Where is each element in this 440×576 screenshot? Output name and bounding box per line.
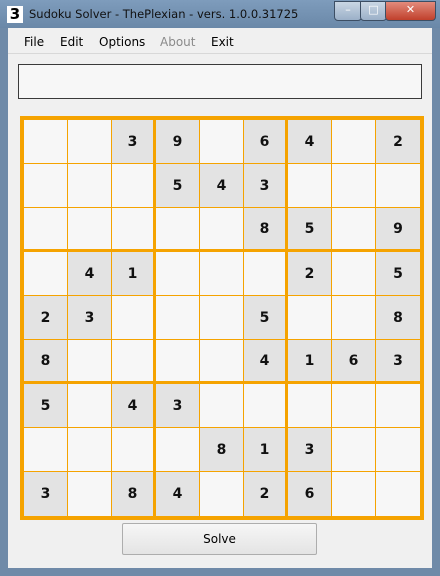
sudoku-cell-r9c6[interactable]: 2: [244, 472, 288, 516]
sudoku-cell-r1c7[interactable]: 4: [288, 120, 332, 164]
sudoku-cell-r8c2[interactable]: [68, 428, 112, 472]
sudoku-cell-r1c6[interactable]: 6: [244, 120, 288, 164]
sudoku-cell-r4c7[interactable]: 2: [288, 252, 332, 296]
sudoku-cell-r3c2[interactable]: [68, 208, 112, 252]
sudoku-cell-r4c5[interactable]: [200, 252, 244, 296]
sudoku-cell-r6c6[interactable]: 4: [244, 340, 288, 384]
sudoku-cell-r4c6[interactable]: [244, 252, 288, 296]
sudoku-cell-r2c1[interactable]: [24, 164, 68, 208]
sudoku-cell-r9c8[interactable]: [332, 472, 376, 516]
sudoku-cell-r4c8[interactable]: [332, 252, 376, 296]
sudoku-cell-r8c3[interactable]: [112, 428, 156, 472]
sudoku-cell-r5c4[interactable]: [156, 296, 200, 340]
sudoku-cell-r4c2[interactable]: 4: [68, 252, 112, 296]
sudoku-cell-r5c5[interactable]: [200, 296, 244, 340]
sudoku-cell-r8c1[interactable]: [24, 428, 68, 472]
app-icon: 3: [7, 6, 23, 23]
menu-edit[interactable]: Edit: [60, 35, 83, 49]
sudoku-cell-r1c8[interactable]: [332, 120, 376, 164]
sudoku-cell-r7c4[interactable]: 3: [156, 384, 200, 428]
sudoku-cell-r4c9[interactable]: 5: [376, 252, 420, 296]
sudoku-cell-r9c9[interactable]: [376, 472, 420, 516]
app-window: 3 Sudoku Solver - ThePlexian - vers. 1.0…: [0, 0, 440, 576]
sudoku-cell-r7c8[interactable]: [332, 384, 376, 428]
sudoku-cell-r6c3[interactable]: [112, 340, 156, 384]
sudoku-cell-r1c5[interactable]: [200, 120, 244, 164]
sudoku-cell-r1c2[interactable]: [68, 120, 112, 164]
sudoku-cell-r9c7[interactable]: 6: [288, 472, 332, 516]
sudoku-cell-r9c1[interactable]: 3: [24, 472, 68, 516]
sudoku-cell-r9c2[interactable]: [68, 472, 112, 516]
sudoku-cell-r1c9[interactable]: 2: [376, 120, 420, 164]
sudoku-cell-r5c8[interactable]: [332, 296, 376, 340]
sudoku-cell-r3c6[interactable]: 8: [244, 208, 288, 252]
sudoku-cell-r2c6[interactable]: 3: [244, 164, 288, 208]
sudoku-cell-r1c1[interactable]: [24, 120, 68, 164]
sudoku-cell-r9c5[interactable]: [200, 472, 244, 516]
sudoku-cell-r8c7[interactable]: 3: [288, 428, 332, 472]
sudoku-cell-r2c9[interactable]: [376, 164, 420, 208]
sudoku-cell-r5c2[interactable]: 3: [68, 296, 112, 340]
sudoku-cell-r9c3[interactable]: 8: [112, 472, 156, 516]
menu-bar: File Edit Options About Exit: [8, 28, 432, 53]
sudoku-cell-r3c9[interactable]: 9: [376, 208, 420, 252]
sudoku-cell-r3c7[interactable]: 5: [288, 208, 332, 252]
menu-divider: [8, 53, 432, 54]
sudoku-cell-r3c4[interactable]: [156, 208, 200, 252]
sudoku-cell-r4c3[interactable]: 1: [112, 252, 156, 296]
title-bar[interactable]: 3 Sudoku Solver - ThePlexian - vers. 1.0…: [0, 0, 440, 28]
sudoku-cell-r2c7[interactable]: [288, 164, 332, 208]
sudoku-cell-r2c3[interactable]: [112, 164, 156, 208]
puzzle-input-field[interactable]: [18, 64, 422, 99]
sudoku-cell-r6c4[interactable]: [156, 340, 200, 384]
sudoku-cell-r6c5[interactable]: [200, 340, 244, 384]
sudoku-cell-r6c9[interactable]: 3: [376, 340, 420, 384]
close-button[interactable]: ✕: [385, 1, 436, 21]
sudoku-cell-r6c1[interactable]: 8: [24, 340, 68, 384]
sudoku-cell-r9c4[interactable]: 4: [156, 472, 200, 516]
sudoku-cell-r8c8[interactable]: [332, 428, 376, 472]
sudoku-cell-r8c9[interactable]: [376, 428, 420, 472]
sudoku-cell-r7c5[interactable]: [200, 384, 244, 428]
sudoku-cell-r6c7[interactable]: 1: [288, 340, 332, 384]
sudoku-cell-r8c5[interactable]: 8: [200, 428, 244, 472]
sudoku-cell-r7c2[interactable]: [68, 384, 112, 428]
sudoku-cell-r3c8[interactable]: [332, 208, 376, 252]
minimize-button[interactable]: –: [334, 1, 362, 21]
sudoku-cell-r3c5[interactable]: [200, 208, 244, 252]
sudoku-cell-r8c6[interactable]: 1: [244, 428, 288, 472]
sudoku-cell-r1c4[interactable]: 9: [156, 120, 200, 164]
sudoku-cell-r2c5[interactable]: 4: [200, 164, 244, 208]
sudoku-cell-r2c8[interactable]: [332, 164, 376, 208]
sudoku-cell-r2c2[interactable]: [68, 164, 112, 208]
menu-about: About: [160, 35, 196, 49]
sudoku-cell-r6c8[interactable]: 6: [332, 340, 376, 384]
menu-options[interactable]: Options: [99, 35, 145, 49]
sudoku-grid: 39642543859412523588416354381338426: [20, 116, 424, 520]
sudoku-cell-r6c2[interactable]: [68, 340, 112, 384]
client-area: File Edit Options About Exit 39642543859…: [8, 28, 432, 568]
sudoku-cell-r3c1[interactable]: [24, 208, 68, 252]
solve-button[interactable]: Solve: [122, 523, 317, 555]
menu-file[interactable]: File: [24, 35, 44, 49]
sudoku-cell-r4c4[interactable]: [156, 252, 200, 296]
menu-exit[interactable]: Exit: [211, 35, 234, 49]
sudoku-cell-r5c7[interactable]: [288, 296, 332, 340]
sudoku-cell-r7c3[interactable]: 4: [112, 384, 156, 428]
maximize-button[interactable]: □: [360, 1, 387, 21]
sudoku-cell-r5c6[interactable]: 5: [244, 296, 288, 340]
sudoku-cell-r7c7[interactable]: [288, 384, 332, 428]
window-title: Sudoku Solver - ThePlexian - vers. 1.0.0…: [29, 7, 299, 21]
sudoku-cell-r7c1[interactable]: 5: [24, 384, 68, 428]
sudoku-cell-r7c6[interactable]: [244, 384, 288, 428]
sudoku-cell-r5c9[interactable]: 8: [376, 296, 420, 340]
sudoku-cell-r8c4[interactable]: [156, 428, 200, 472]
sudoku-cell-r4c1[interactable]: [24, 252, 68, 296]
sudoku-cell-r3c3[interactable]: [112, 208, 156, 252]
sudoku-cell-r1c3[interactable]: 3: [112, 120, 156, 164]
sudoku-cell-r7c9[interactable]: [376, 384, 420, 428]
sudoku-cell-r5c1[interactable]: 2: [24, 296, 68, 340]
sudoku-cell-r5c3[interactable]: [112, 296, 156, 340]
sudoku-cell-r2c4[interactable]: 5: [156, 164, 200, 208]
